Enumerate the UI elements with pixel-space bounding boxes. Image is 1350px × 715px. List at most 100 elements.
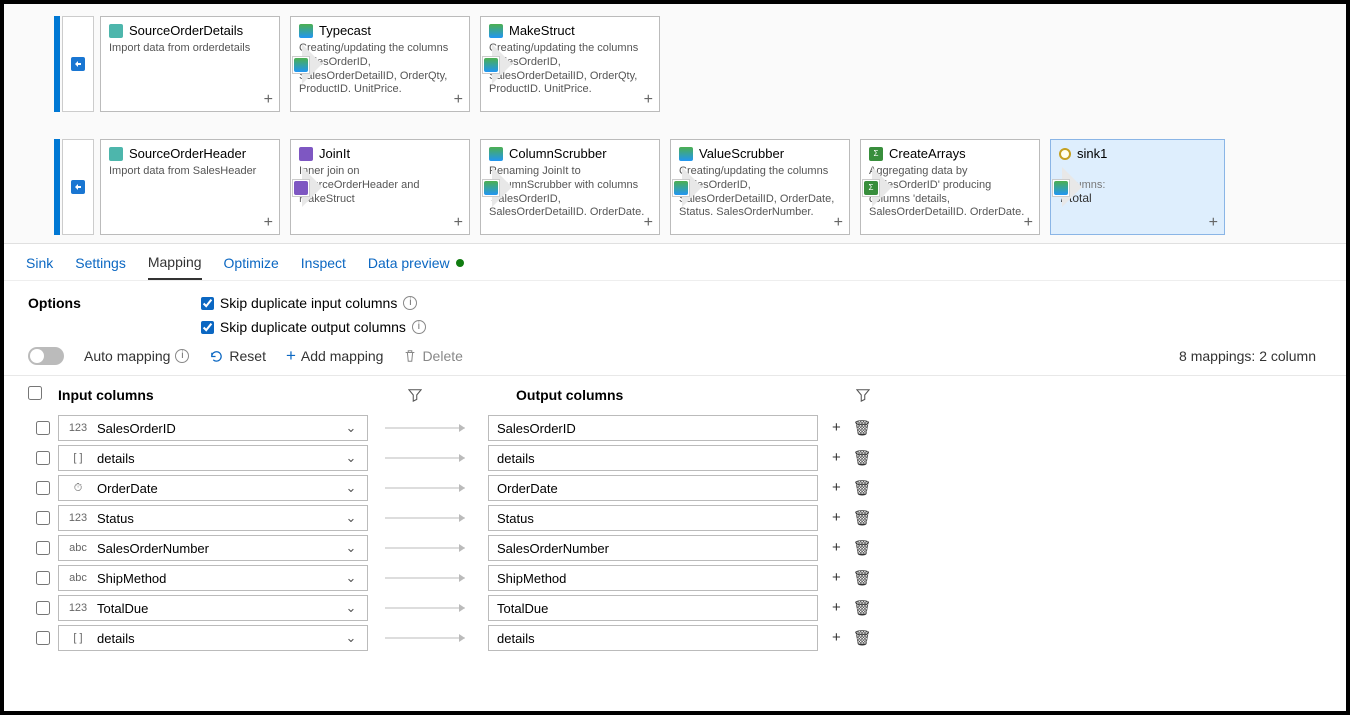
mapping-row: [ ]details⌄ details + 🗑 [28,443,1326,473]
skip-output-check[interactable] [201,321,214,334]
output-column-input[interactable]: TotalDue [488,595,818,621]
output-column-input[interactable]: ShipMethod [488,565,818,591]
output-column-input[interactable]: OrderDate [488,475,818,501]
chevron-down-icon[interactable]: ⌄ [343,450,359,466]
automap-label: Auto mapping [84,348,170,364]
filter-icon[interactable] [408,388,422,402]
add-step-button[interactable]: + [644,91,653,109]
output-column-input[interactable]: details [488,625,818,651]
datatype-icon: abc [67,572,89,584]
output-column-input[interactable]: Status [488,505,818,531]
input-column-select[interactable]: ⏱OrderDate⌄ [58,475,368,501]
skip-output-columns-checkbox[interactable]: Skip duplicate output columns i [201,319,426,335]
add-step-button[interactable]: + [454,214,463,232]
add-row-button[interactable]: + [832,479,841,497]
tab-settings[interactable]: Settings [75,254,126,280]
filter-icon[interactable] [856,388,870,402]
chevron-down-icon[interactable]: ⌄ [343,420,359,436]
tab-data-preview[interactable]: Data preview [368,254,464,280]
delete-row-button[interactable]: 🗑 [853,479,872,497]
row-checkbox[interactable] [36,631,50,645]
info-icon[interactable]: i [403,296,417,310]
mapping-row: 123Status⌄ Status + 🗑 [28,503,1326,533]
flow-canvas[interactable]: SourceOrderDetailsImport data from order… [4,4,1346,244]
input-column-select[interactable]: abcShipMethod⌄ [58,565,368,591]
delete-row-button[interactable]: 🗑 [853,539,872,557]
output-column-input[interactable]: SalesOrderNumber [488,535,818,561]
delete-row-button[interactable]: 🗑 [853,599,872,617]
row-checkbox[interactable] [36,481,50,495]
tab-inspect[interactable]: Inspect [301,254,346,280]
chevron-down-icon[interactable]: ⌄ [343,570,359,586]
chevron-down-icon[interactable]: ⌄ [343,600,359,616]
info-icon[interactable]: i [175,349,189,363]
output-column-name: details [497,451,535,466]
output-column-input[interactable]: SalesOrderID [488,415,818,441]
row-checkbox[interactable] [36,601,50,615]
add-row-button[interactable]: + [832,539,841,557]
chevron-down-icon[interactable]: ⌄ [343,630,359,646]
step-type-icon [292,179,310,197]
row-checkbox[interactable] [36,421,50,435]
add-step-button[interactable]: + [454,91,463,109]
lane-marker [54,139,60,235]
input-column-select[interactable]: [ ]details⌄ [58,445,368,471]
derive-icon [484,58,498,72]
skip-input-check[interactable] [201,297,214,310]
flow-node[interactable]: SourceOrderDetailsImport data from order… [100,16,280,112]
add-row-button[interactable]: + [832,449,841,467]
chevron-down-icon[interactable]: ⌄ [343,510,359,526]
add-step-button[interactable]: + [264,214,273,232]
flow-connector [290,16,320,112]
flow-node[interactable]: SourceOrderHeaderImport data from SalesH… [100,139,280,235]
delete-button[interactable]: Delete [403,348,462,364]
mapping-header: Input columns Output columns [4,376,1346,413]
add-row-button[interactable]: + [832,599,841,617]
row-checkbox[interactable] [36,571,50,585]
node-desc: Inner join on SourceOrderHeader and Make… [299,165,461,215]
chevron-down-icon[interactable]: ⌄ [343,540,359,556]
row-checkbox[interactable] [36,511,50,525]
chevron-down-icon[interactable]: ⌄ [343,480,359,496]
add-row-button[interactable]: + [832,629,841,647]
tab-optimize[interactable]: Optimize [224,254,279,280]
automap-toggle[interactable] [28,347,64,365]
info-icon[interactable]: i [412,320,426,334]
add-step-button[interactable]: + [644,214,653,232]
delete-row-button[interactable]: 🗑 [853,509,872,527]
output-column-name: TotalDue [497,601,548,616]
input-column-select[interactable]: 123Status⌄ [58,505,368,531]
input-column-select[interactable]: abcSalesOrderNumber⌄ [58,535,368,561]
source-icon[interactable] [62,139,94,235]
tab-sink[interactable]: Sink [26,254,53,280]
output-column-name: Status [497,511,534,526]
input-columns-header: Input columns [58,387,154,403]
add-row-button[interactable]: + [832,509,841,527]
skip-input-label: Skip duplicate input columns [220,295,397,311]
delete-row-button[interactable]: 🗑 [853,629,872,647]
input-column-select[interactable]: [ ]details⌄ [58,625,368,651]
reset-button[interactable]: Reset [209,348,266,364]
add-row-button[interactable]: + [832,569,841,587]
source-icon[interactable] [62,16,94,112]
delete-row-button[interactable]: 🗑 [853,449,872,467]
delete-row-button[interactable]: 🗑 [853,419,872,437]
tab-mapping[interactable]: Mapping [148,254,202,280]
input-column-select[interactable]: 123SalesOrderID⌄ [58,415,368,441]
datatype-icon: [ ] [67,632,89,644]
delete-label: Delete [422,348,462,364]
add-step-button[interactable]: + [264,91,273,109]
add-row-button[interactable]: + [832,419,841,437]
row-checkbox[interactable] [36,541,50,555]
skip-input-columns-checkbox[interactable]: Skip duplicate input columns i [201,295,426,311]
derive-icon [1054,181,1068,195]
add-step-button[interactable]: + [834,214,843,232]
output-column-input[interactable]: details [488,445,818,471]
delete-row-button[interactable]: 🗑 [853,569,872,587]
add-mapping-button[interactable]: + Add mapping [286,348,383,364]
select-all-checkbox[interactable] [28,386,42,400]
add-step-button[interactable]: + [1209,214,1218,232]
row-checkbox[interactable] [36,451,50,465]
input-column-select[interactable]: 123TotalDue⌄ [58,595,368,621]
add-step-button[interactable]: + [1024,214,1033,232]
